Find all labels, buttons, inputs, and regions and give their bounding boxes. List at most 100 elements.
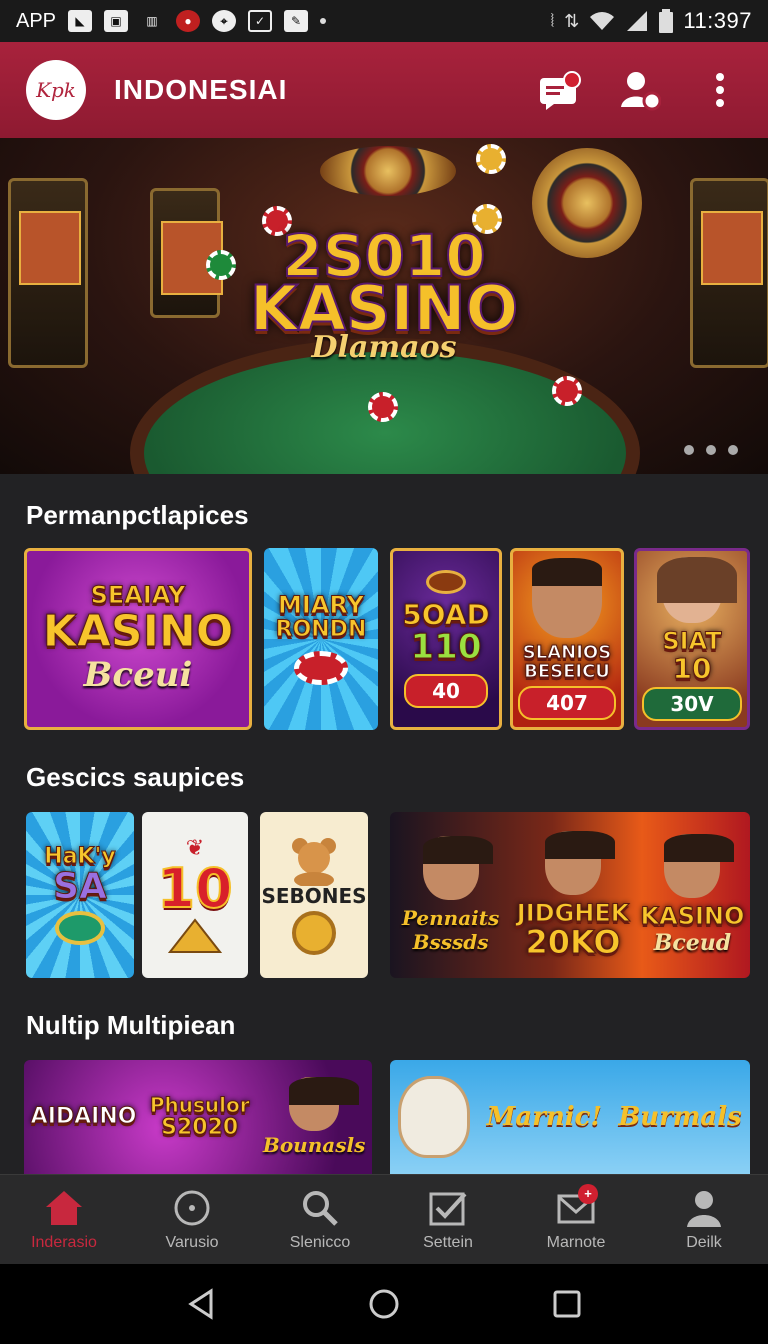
game-card-pill: 30V	[642, 687, 742, 722]
profile-settings-icon	[621, 72, 661, 111]
nav-item-profile[interactable]: Deilk	[640, 1175, 768, 1264]
nav-label: Slenicco	[289, 1233, 351, 1251]
promo-script-2: Burmals	[618, 1102, 742, 1132]
dog-icon	[398, 1076, 471, 1158]
mail-badge: +	[578, 1183, 598, 1204]
game-card-pill: 407	[518, 685, 616, 720]
game-card[interactable]: SIAT 10 30V	[634, 548, 750, 730]
nav-item-settein[interactable]: Settein	[384, 1175, 512, 1264]
game-card-line1: SEBONES	[261, 883, 367, 908]
battery-icon	[659, 9, 674, 33]
status-bar: APP ◣ ▣ ▥ ● ⌖ ✓ ✎ ⦚ ⇅ 11:397	[0, 0, 768, 42]
game-card-line1: SEAIAY	[90, 581, 186, 610]
game-card[interactable]: SEAIAY KASINO Bceui	[24, 548, 252, 730]
bottom-nav: Inderasio Varusio Slenicco Settein + Mar…	[0, 1174, 768, 1264]
nav-label: Settein	[423, 1233, 473, 1251]
game-card-line2: RONDN	[275, 617, 367, 643]
search-icon	[303, 1190, 338, 1226]
home-circle-icon	[369, 1289, 399, 1319]
system-home-button[interactable]	[364, 1284, 404, 1324]
teddy-bear-icon	[292, 837, 336, 886]
game-card[interactable]: ❦ 10	[142, 812, 248, 978]
section-title-1: Permanpctlapices	[26, 500, 249, 530]
game-card[interactable]: SLANIOS BESEICU 407	[510, 548, 624, 730]
promo-col3-script: Bceud	[653, 929, 732, 956]
promo-col2-sub: 20KO	[525, 922, 621, 961]
game-card-line2: KASINO	[42, 605, 234, 657]
profile-settings-button[interactable]	[618, 68, 662, 112]
app-title: INDONESIAI	[114, 74, 288, 105]
data-icon: ⇅	[564, 10, 580, 31]
hero-banner[interactable]: 2S010 KASINO Dlamaos	[0, 138, 768, 474]
game-card-line2: BESEICU	[524, 661, 611, 682]
location-icon: ⌖	[212, 10, 237, 32]
nav-label: Inderasio	[31, 1233, 97, 1251]
system-back-button[interactable]	[181, 1284, 221, 1324]
presenter-avatar	[545, 830, 616, 895]
chip-gold	[476, 144, 506, 174]
back-icon	[188, 1288, 213, 1320]
wifi-icon	[590, 12, 615, 30]
poker-chip-icon	[294, 651, 348, 686]
photo-icon: ▣	[104, 10, 129, 32]
nav-item-mail[interactable]: + Marnote	[512, 1175, 640, 1264]
game-card-line1: HaK'y	[44, 843, 116, 869]
presenter-avatar	[657, 556, 737, 623]
presenter-avatar	[422, 836, 493, 900]
more-options-button[interactable]	[698, 68, 742, 112]
game-card-line1: 10	[156, 857, 233, 921]
nav-label: Deilk	[686, 1233, 722, 1251]
nav-item-varusio[interactable]: Varusio	[128, 1175, 256, 1264]
game-card-script: Bceui	[83, 654, 193, 695]
page-dot	[706, 445, 716, 455]
promo-script-1: Marnic!	[486, 1102, 602, 1132]
promo-line2: Phusulor	[149, 1092, 250, 1117]
promo-line1: AIDAINO	[30, 1104, 137, 1130]
checkbox-icon	[429, 1192, 467, 1225]
person-icon	[687, 1190, 721, 1227]
section-title-2: Gescics saupices	[26, 762, 245, 792]
game-card[interactable]: SEBONES	[260, 812, 368, 978]
game-card-line2: 10	[672, 651, 712, 685]
recents-icon	[553, 1290, 581, 1318]
promo-banner[interactable]: Pennaits Bsssds JIDGHEK 20KO KASINO Bceu…	[390, 812, 750, 978]
check-icon: ✓	[248, 10, 273, 32]
game-card-line1: SIAT	[662, 626, 722, 655]
chat-gift-button[interactable]	[538, 68, 582, 112]
roulette-wheel-top	[320, 146, 456, 196]
nav-label: Varusio	[165, 1233, 219, 1251]
game-card[interactable]: 5OAD 110 40	[390, 548, 502, 730]
page-dot	[728, 445, 738, 455]
presenter-avatar	[289, 1077, 360, 1131]
chat-gift-icon	[540, 71, 581, 110]
game-card[interactable]: MIARY RONDN	[264, 548, 378, 730]
presenter-avatar	[664, 834, 735, 899]
promo-col1-script: Pennaits Bsssds	[401, 906, 500, 954]
pyramid-icon	[168, 918, 222, 953]
page-dot	[684, 445, 694, 455]
nav-label: Marnote	[546, 1233, 606, 1251]
app-logo[interactable]: Kpk	[26, 60, 86, 120]
edit-icon: ✎	[284, 10, 309, 32]
circle-dot-icon	[174, 1190, 210, 1225]
promo-banner[interactable]: AIDAINO Phusulor S2020 Bounasls	[24, 1060, 372, 1174]
promo-line3: S2020	[161, 1114, 239, 1140]
status-time: 11:397	[683, 8, 752, 33]
gold-coin-icon	[292, 910, 336, 955]
game-card-pill: 40	[404, 673, 488, 708]
gem-icon	[55, 911, 105, 946]
image-icon: ◣	[68, 10, 93, 32]
signal-icon	[627, 11, 648, 31]
home-icon	[46, 1190, 82, 1225]
nav-item-search[interactable]: Slenicco	[256, 1175, 384, 1264]
app-logo-text: Kpk	[36, 78, 76, 102]
game-card[interactable]: HaK'y SA	[26, 812, 134, 978]
promo-banner[interactable]: Marnic! Burmals	[390, 1060, 750, 1174]
chip-red-3	[368, 392, 398, 422]
system-recents-button[interactable]	[547, 1284, 587, 1324]
coin-chip-icon	[426, 570, 466, 595]
system-nav-bar	[0, 1264, 768, 1344]
promo-col3: KASINO	[640, 902, 745, 931]
game-card-line2: SA	[53, 865, 108, 907]
nav-item-home[interactable]: Inderasio	[0, 1175, 128, 1264]
